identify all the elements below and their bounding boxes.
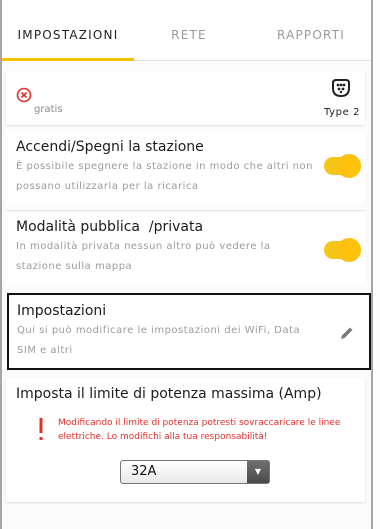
tab-label: RAPPORTI [277, 28, 345, 42]
power-limit-card: Imposta il limite di potenza massima (Am… [6, 378, 365, 502]
tab-bar: IMPOSTAZIONI RETE RAPPORTI [2, 0, 371, 61]
toggle-knob [337, 154, 361, 178]
warning-text: Modificando il limite di potenza potrest… [58, 418, 341, 442]
row-title: Accendi/Spegni la stazione [16, 139, 204, 155]
active-tab-indicator [2, 58, 134, 61]
toggle-knob [337, 238, 361, 262]
caret-down-icon: ▼ [247, 461, 269, 483]
tariff-label: gratis [34, 104, 63, 115]
row-title: Modalità pubblica /privata [16, 219, 204, 235]
station-power-toggle[interactable] [324, 154, 361, 178]
tariff-card: gratis Type 2 [6, 71, 365, 125]
pencil-icon[interactable] [339, 325, 355, 341]
connector-type-label: Type 2 [324, 107, 361, 118]
tab-rete[interactable]: RETE [134, 0, 244, 60]
row-description: È possibile spegnere la stazione in modo… [16, 161, 313, 192]
error-circle-icon [16, 87, 32, 103]
tab-impostazioni[interactable]: IMPOSTAZIONI [2, 0, 134, 61]
amp-limit-select[interactable]: 32A ▼ [120, 460, 270, 484]
divider [6, 210, 365, 211]
tab-rapporti[interactable]: RAPPORTI [252, 0, 370, 60]
settings-card[interactable]: Impostazioni Qui si può modificare le im… [7, 293, 371, 370]
type2-connector-icon [332, 79, 350, 98]
public-mode-row: Modalità pubblica /privata In modalità p… [6, 213, 365, 285]
row-description: Qui si può modificare le impostazioni de… [17, 325, 301, 356]
row-title: Imposta il limite di potenza massima (Am… [16, 386, 322, 402]
selected-value: 32A [131, 464, 157, 479]
exclamation-icon [39, 418, 43, 440]
row-description: In modalità privata nessun altro può ved… [16, 241, 271, 272]
tab-label: IMPOSTAZIONI [17, 28, 119, 42]
public-mode-toggle[interactable] [324, 238, 361, 262]
row-title: Impostazioni [17, 303, 107, 319]
power-toggle-row: Accendi/Spegni la stazione È possibile s… [6, 131, 365, 203]
tab-label: RETE [171, 28, 207, 42]
